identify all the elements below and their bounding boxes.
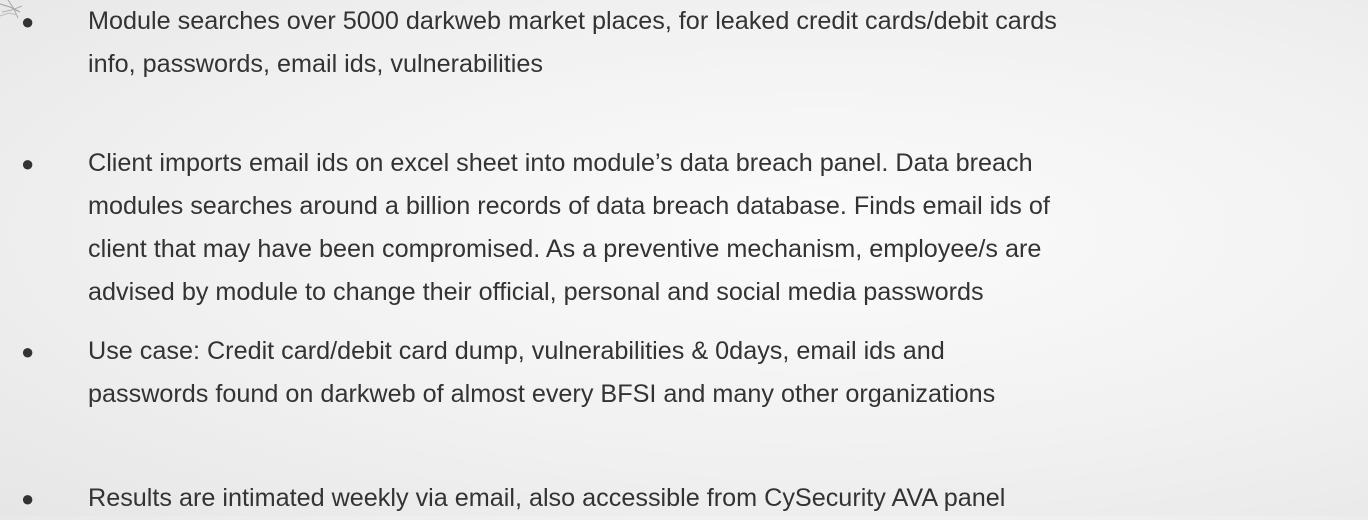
- bullet-icon: ●: [21, 486, 35, 511]
- bullet-text: Module searches over 5000 darkweb market…: [88, 7, 1057, 78]
- bullet-text: Use case: Credit card/debit card dump, v…: [88, 337, 996, 408]
- bullet-icon: ●: [21, 151, 35, 176]
- bullet-text: Results are intimated weekly via email, …: [88, 484, 1006, 512]
- bullet-icon: ●: [21, 9, 35, 34]
- bullet-text: Client imports email ids on excel sheet …: [88, 149, 1050, 306]
- bullet-icon: ●: [21, 339, 35, 364]
